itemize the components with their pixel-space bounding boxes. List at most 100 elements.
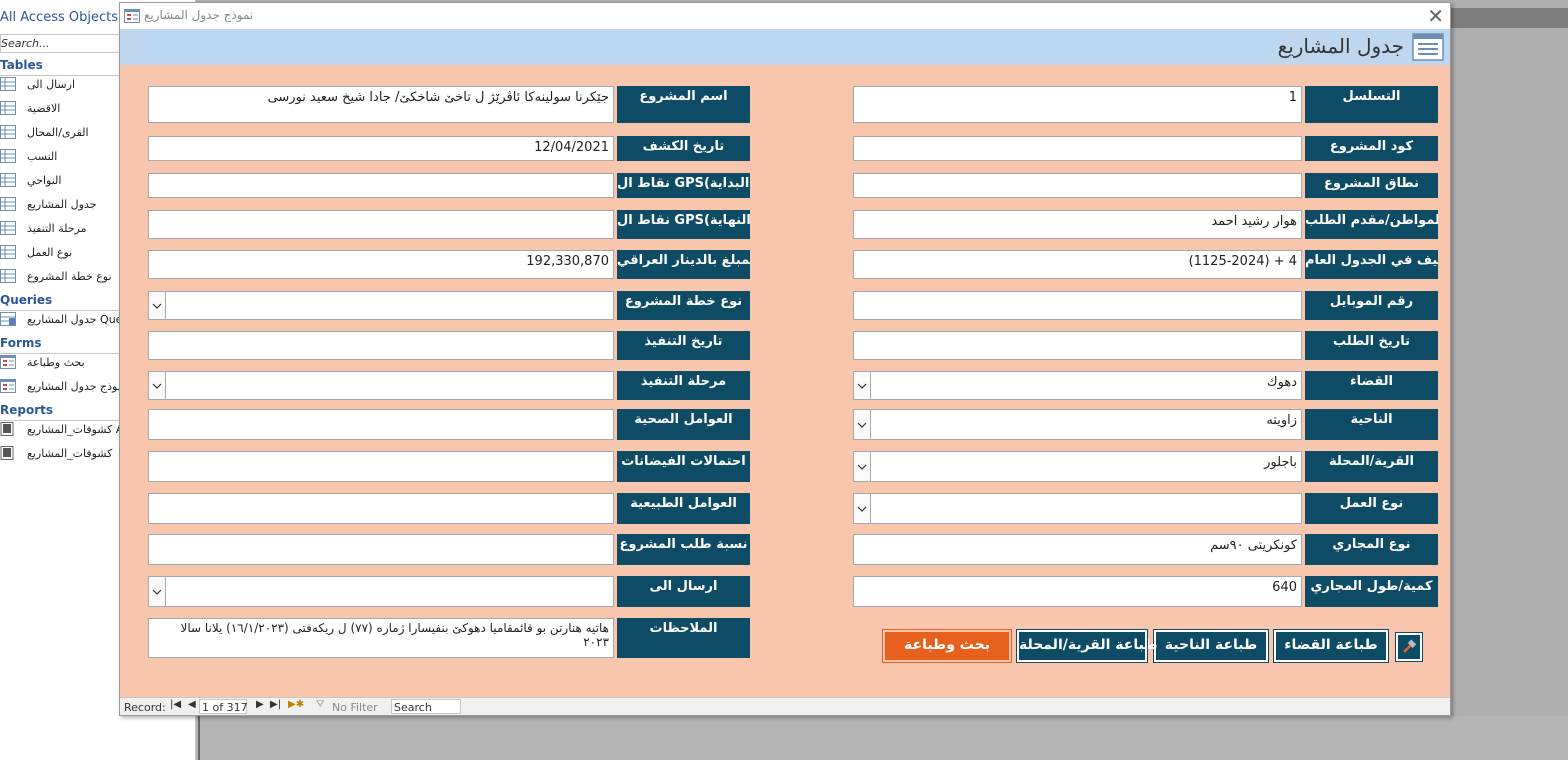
label-send-to: ارسال الى [617, 576, 750, 607]
mobile-number-field[interactable] [853, 291, 1302, 320]
label-request-date: تاريخ الطلب [1305, 331, 1438, 360]
district-combo[interactable]: دهوك [853, 371, 1302, 400]
print-subdistrict-button[interactable]: طباعة الناحية [1153, 629, 1269, 663]
search-print-button[interactable]: بحث وطباعة [882, 629, 1012, 663]
table-icon [0, 221, 16, 238]
chevron-down-icon[interactable] [854, 494, 871, 523]
chevron-down-icon[interactable] [149, 292, 166, 319]
label-subdistrict: الناحية [1305, 409, 1438, 440]
label-flood-probability: احتمالات الفيضانات [617, 451, 750, 482]
form-window: نموذج جدول المشاريع ✕ جدول المشاريع التس… [119, 2, 1451, 716]
send-to-combo[interactable] [148, 576, 614, 607]
background-tab-strip [1451, 8, 1568, 28]
request-date-field[interactable] [853, 331, 1302, 360]
nav-item-label: كشوفات_المشاريع [27, 447, 113, 460]
nav-item-label: النواحي [27, 174, 62, 187]
label-execution-date: تاريخ التنفيذ [617, 331, 750, 360]
label-request-ratio: نسبة طلب المشروع [617, 534, 750, 565]
gps-end-field[interactable] [148, 210, 614, 239]
print-village-button[interactable]: طباعة القرية/المحلة [1016, 629, 1158, 663]
record-navigation-bar: Record: |◀ ◀ 1 of 317 ▶ ▶| ▶✱ ⛛ No Filte… [120, 697, 1450, 715]
label-natural-factors: العوامل الطبيعية [617, 493, 750, 524]
first-record-icon[interactable]: |◀ [170, 699, 181, 710]
nav-item-label: القرى/المحال [27, 126, 89, 139]
table-icon [0, 269, 16, 286]
label-work-type: نوع العمل [1305, 493, 1438, 524]
table-icon [0, 173, 16, 190]
chevron-down-icon[interactable] [854, 410, 871, 439]
label-project-name: اسم المشروع [617, 86, 750, 123]
village-combo[interactable]: باجلور [853, 451, 1302, 482]
label-amount-iqd: المبلغ بالدينار العراقي [617, 250, 750, 279]
next-record-icon[interactable]: ▶ [256, 699, 264, 710]
notes-field[interactable]: هاتیە هنارتن بو قائمقامیا دهوکێ بنفیسارا… [148, 618, 614, 658]
chevron-down-icon[interactable] [149, 372, 166, 399]
form-icon [0, 379, 16, 396]
label-health-factors: العوامل الصحية [617, 409, 750, 440]
label-applicant-name: اسم المواطن/مقدم الطلب [1305, 210, 1438, 239]
general-classification-field[interactable]: (1125-2024) + 4 [853, 250, 1302, 279]
nav-title[interactable]: All Access Objects [0, 10, 118, 25]
chevron-down-icon[interactable] [854, 372, 871, 399]
plan-type-combo[interactable] [148, 291, 614, 320]
form-icon [124, 8, 140, 27]
label-gps-start: نقاط ال GPS(البداية) [617, 173, 750, 198]
label-inspection-date: تاريخ الكشف [617, 136, 750, 161]
table-icon [0, 245, 16, 262]
chevron-down-icon[interactable] [854, 452, 871, 481]
filter-status[interactable]: No Filter [332, 701, 378, 714]
sewer-length-field[interactable]: 640 [853, 576, 1302, 607]
label-execution-stage: مرحلة التنفيذ [617, 371, 750, 400]
record-label: Record: [124, 701, 166, 714]
report-icon [0, 446, 16, 463]
previous-record-icon[interactable]: ◀ [188, 699, 196, 710]
form-icon [0, 355, 16, 372]
chevron-down-icon[interactable] [149, 577, 166, 606]
tool-button[interactable] [1395, 632, 1423, 662]
project-name-field[interactable]: جێکرنا سولینەکا ئاڤرێژ ل تاخێ شاخکێ/ جاد… [148, 86, 614, 123]
project-scope-field[interactable] [853, 173, 1302, 198]
health-factors-field[interactable] [148, 409, 614, 440]
label-general-classification: التصنيف في الجدول العام [1305, 250, 1438, 279]
serial-field[interactable]: 1 [853, 86, 1302, 123]
natural-factors-field[interactable] [148, 493, 614, 524]
nav-item-label: ارسال الى [27, 78, 76, 91]
label-gps-end: نقاط ال GPS(النهاية) [617, 210, 750, 239]
table-icon [0, 101, 16, 118]
execution-date-field[interactable] [148, 331, 614, 360]
table-icon [0, 77, 16, 94]
label-mobile-number: رقم الموبايل [1305, 291, 1438, 320]
nav-item-label: نوع خطة المشروع [27, 270, 112, 283]
record-search-input[interactable]: Search [391, 699, 461, 714]
report-icon [0, 422, 16, 439]
label-serial: التسلسل [1305, 86, 1438, 123]
current-record-input[interactable]: 1 of 317 [199, 699, 248, 714]
amount-iqd-field[interactable]: 192,330,870 [148, 250, 614, 279]
execution-stage-combo[interactable] [148, 371, 614, 400]
label-notes: الملاحظات [617, 618, 750, 658]
gps-start-field[interactable] [148, 173, 614, 198]
label-plan-type: نوع خطة المشروع [617, 291, 750, 320]
sewer-type-field[interactable]: كونكريتى ٩٠سم [853, 534, 1302, 565]
close-icon[interactable]: ✕ [1427, 4, 1444, 28]
background-document-area [196, 716, 1568, 760]
inspection-date-field[interactable]: 12/04/2021 [148, 136, 614, 161]
label-project-code: كود المشروع [1305, 136, 1438, 161]
request-ratio-field[interactable] [148, 534, 614, 565]
nav-item-label: مرحلة التنفيذ [27, 222, 87, 235]
subdistrict-combo[interactable]: زاويته [853, 409, 1302, 440]
flood-probability-field[interactable] [148, 451, 614, 482]
work-type-combo[interactable] [853, 493, 1302, 524]
applicant-name-field[interactable]: هوار رشيد احمد [853, 210, 1302, 239]
print-district-button[interactable]: طباعة القضاء [1273, 629, 1389, 663]
project-code-field[interactable] [853, 136, 1302, 161]
table-icon [0, 149, 16, 166]
new-record-icon[interactable]: ▶✱ [288, 699, 304, 710]
form-header: جدول المشاريع [120, 29, 1450, 65]
nav-item-label: الاقضية [27, 102, 61, 115]
last-record-icon[interactable]: ▶| [270, 699, 281, 710]
table-icon [0, 197, 16, 214]
window-titlebar[interactable]: نموذج جدول المشاريع ✕ [120, 3, 1450, 29]
label-project-scope: نطاق المشروع [1305, 173, 1438, 198]
nav-item-label: جدول المشاريع [27, 198, 97, 211]
